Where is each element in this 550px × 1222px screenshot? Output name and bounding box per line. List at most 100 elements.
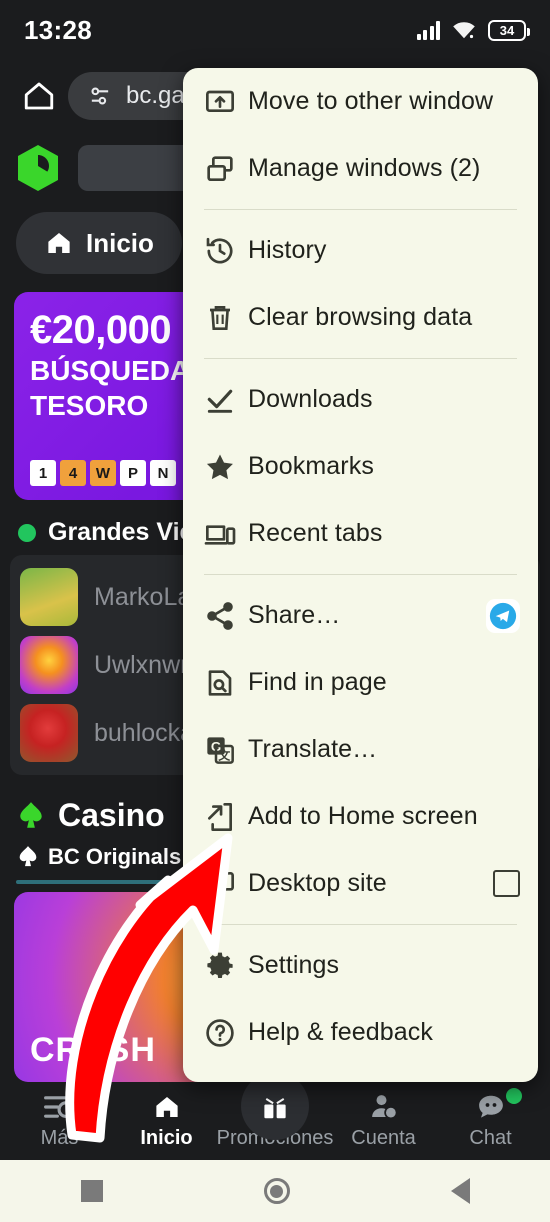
recent-tabs-icon bbox=[204, 518, 248, 550]
menu-item-label: Help & feedback bbox=[248, 1018, 433, 1046]
spade-icon bbox=[20, 801, 42, 828]
share-icon bbox=[204, 600, 248, 632]
status-bar: 13:28 34 bbox=[0, 0, 550, 60]
android-navigation-bar bbox=[0, 1160, 550, 1222]
menu-item-label: Find in page bbox=[248, 668, 387, 696]
find-in-page-icon bbox=[204, 667, 248, 699]
history-clock-icon bbox=[204, 235, 248, 267]
menu-item-label: History bbox=[248, 236, 327, 264]
browser-overflow-menu: Move to other window Manage windows (2) … bbox=[183, 68, 538, 1082]
nav-item-inicio[interactable]: Inicio bbox=[113, 1092, 220, 1150]
page-info-tune-icon bbox=[91, 87, 109, 105]
account-coin-icon bbox=[371, 1095, 397, 1120]
menu-item-translate[interactable]: G 文 Translate… bbox=[183, 716, 538, 783]
subtab-underline bbox=[16, 880, 166, 884]
game-thumbnail bbox=[20, 568, 78, 626]
menu-divider bbox=[204, 924, 517, 925]
add-to-home-icon bbox=[204, 801, 248, 833]
casino-title: Casino bbox=[58, 797, 165, 833]
battery-icon: 34 bbox=[488, 19, 530, 41]
menu-item-manage-windows[interactable]: Manage windows (2) bbox=[183, 135, 538, 202]
menu-item-move-to-other-window[interactable]: Move to other window bbox=[183, 68, 538, 135]
menu-divider bbox=[204, 209, 517, 210]
manage-windows-icon bbox=[204, 153, 248, 185]
gift-icon bbox=[264, 1098, 286, 1119]
chat-unread-badge bbox=[506, 1088, 522, 1104]
menu-item-label: Settings bbox=[248, 951, 340, 979]
menu-item-label: Recent tabs bbox=[248, 519, 383, 547]
spade-icon bbox=[19, 846, 37, 867]
spin-tile: N bbox=[150, 460, 176, 486]
chat-bubble-icon bbox=[478, 1095, 503, 1118]
home-icon bbox=[155, 1097, 178, 1117]
phone-screen: 13:28 34 bc.gam Inicio €20,000 BÚSQUEDA … bbox=[0, 0, 550, 1222]
share-target-telegram[interactable] bbox=[486, 598, 520, 633]
menu-item-share[interactable]: Share… bbox=[183, 582, 538, 649]
nav-label: Chat bbox=[469, 1127, 512, 1149]
help-circle-icon bbox=[204, 1017, 248, 1049]
nav-item-promociones[interactable]: Promociones bbox=[217, 1072, 333, 1150]
menu-item-label: Add to Home screen bbox=[248, 802, 478, 830]
spin-tile: 1 bbox=[30, 460, 56, 486]
desktop-monitor-icon bbox=[204, 868, 248, 900]
menu-item-label: Desktop site bbox=[248, 869, 387, 897]
nav-label: Inicio bbox=[140, 1127, 193, 1149]
nav-label: Cuenta bbox=[351, 1127, 416, 1149]
menu-divider bbox=[204, 574, 517, 575]
move-to-window-icon bbox=[204, 86, 248, 118]
square-recents-icon[interactable] bbox=[80, 1180, 103, 1202]
menu-item-label: Bookmarks bbox=[248, 452, 374, 480]
menu-item-label: Clear browsing data bbox=[248, 303, 473, 331]
nav-item-cuenta[interactable]: Cuenta bbox=[330, 1092, 437, 1150]
star-icon bbox=[204, 451, 248, 483]
bottom-navigation-bar: Más Inicio Promociones Cuenta bbox=[0, 1072, 550, 1160]
triangle-back-icon[interactable] bbox=[450, 1178, 470, 1204]
spin-tile: P bbox=[120, 460, 146, 486]
sidebar-item-label: Inicio bbox=[86, 227, 154, 258]
trash-icon bbox=[204, 302, 248, 334]
game-thumbnail bbox=[20, 636, 78, 694]
spin-tile: 4 bbox=[60, 460, 86, 486]
nav-item-mas[interactable]: Más bbox=[6, 1092, 113, 1150]
home-icon bbox=[48, 233, 70, 253]
menu-item-find-in-page[interactable]: Find in page bbox=[183, 649, 538, 716]
svg-text:文: 文 bbox=[218, 747, 231, 762]
game-card-label: CRASH bbox=[30, 1031, 156, 1069]
sidebar-item-inicio[interactable]: Inicio bbox=[16, 212, 182, 274]
status-clock: 13:28 bbox=[24, 14, 92, 45]
wifi-icon bbox=[453, 22, 475, 39]
download-check-icon bbox=[204, 384, 248, 416]
menu-item-bookmarks[interactable]: Bookmarks bbox=[183, 433, 538, 500]
nav-item-chat[interactable]: Chat bbox=[437, 1088, 544, 1150]
menu-item-desktop-site[interactable]: Desktop site bbox=[183, 850, 538, 917]
banner-spin-tiles: 1 4 W P N bbox=[30, 460, 176, 486]
menu-item-downloads[interactable]: Downloads bbox=[183, 366, 538, 433]
menu-item-add-to-home-screen[interactable]: Add to Home screen bbox=[183, 783, 538, 850]
home-icon[interactable] bbox=[14, 71, 64, 121]
battery-level: 34 bbox=[499, 22, 515, 38]
menu-item-label: Translate… bbox=[248, 735, 378, 763]
more-search-icon bbox=[43, 1096, 74, 1118]
tab-bc-originals[interactable]: BC Originals bbox=[48, 844, 181, 870]
menu-item-label: Move to other window bbox=[248, 87, 494, 115]
menu-item-recent-tabs[interactable]: Recent tabs bbox=[183, 500, 538, 567]
menu-item-help-and-feedback[interactable]: Help & feedback bbox=[183, 999, 538, 1066]
menu-item-history[interactable]: History bbox=[183, 217, 538, 284]
checkbox-unchecked-icon bbox=[493, 870, 520, 897]
menu-item-label: Manage windows (2) bbox=[248, 154, 481, 182]
cellular-signal-icon bbox=[416, 20, 440, 40]
menu-item-settings[interactable]: Settings bbox=[183, 932, 538, 999]
translate-icon: G 文 bbox=[204, 734, 248, 766]
menu-item-clear-browsing-data[interactable]: Clear browsing data bbox=[183, 284, 538, 351]
menu-item-label: Share… bbox=[248, 601, 341, 629]
nav-label: Más bbox=[40, 1127, 79, 1149]
circle-home-icon[interactable] bbox=[263, 1178, 290, 1204]
gear-icon bbox=[204, 950, 248, 982]
spin-tile: W bbox=[90, 460, 116, 486]
desktop-site-checkbox[interactable] bbox=[493, 870, 520, 897]
menu-divider bbox=[204, 358, 517, 359]
status-icon-group: 34 bbox=[416, 19, 530, 41]
bcgame-logo[interactable] bbox=[16, 144, 60, 192]
menu-item-label: Downloads bbox=[248, 385, 373, 413]
game-thumbnail bbox=[20, 704, 78, 762]
